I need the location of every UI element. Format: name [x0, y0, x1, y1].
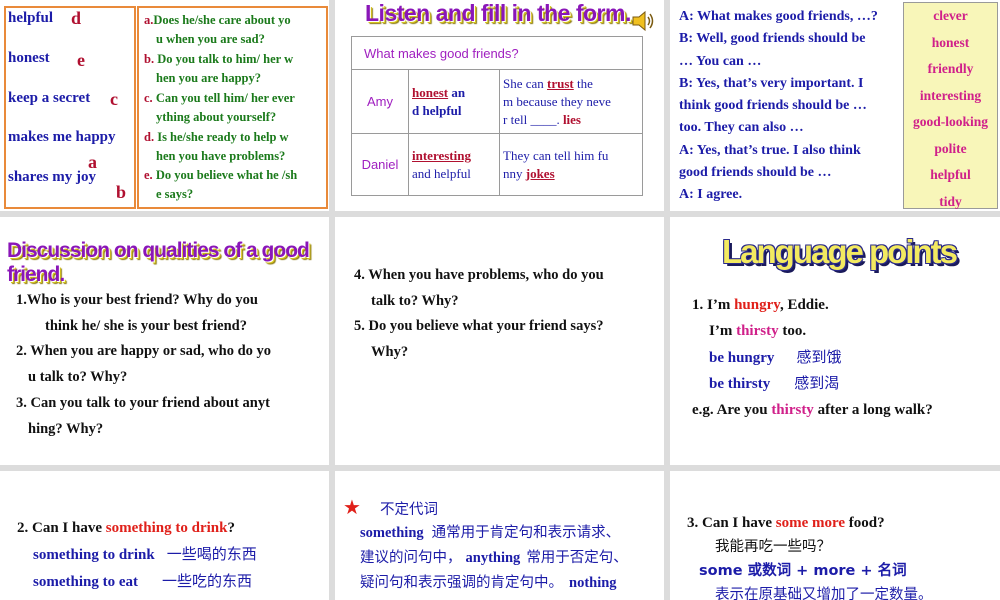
section-heading: 不定代词: [380, 502, 438, 518]
question-option: a.Does he/she care about yo u when you a…: [144, 13, 291, 46]
word-item: tidy: [939, 193, 962, 209]
word-item: helpful: [930, 167, 971, 182]
row-name: Daniel: [351, 133, 409, 196]
row-name: Amy: [351, 69, 409, 134]
slide-match-qualities: helpful d honest e keep a secret c makes…: [0, 0, 329, 211]
star-icon: ★: [343, 497, 361, 519]
quality-word: shares my joy: [8, 169, 97, 185]
answer-blank: interesting: [412, 147, 471, 163]
table-row: Daniel interesting and helpful They can …: [351, 133, 643, 196]
slide-language-points: Language points 1. I’m hungry, Eddie. I’…: [670, 217, 1000, 465]
speaker-icon[interactable]: [631, 9, 657, 38]
quality-word: makes me happy: [8, 129, 116, 145]
phrase-text: 2. Can I have something to drink? someth…: [17, 520, 257, 590]
slide-discussion-2: 4. When you have problems, who do you ta…: [335, 217, 664, 465]
answer-blank: trust: [547, 75, 574, 91]
discussion-questions: 4. When you have problems, who do you ta…: [354, 267, 604, 361]
answer-blank: jokes: [525, 165, 555, 181]
slide-title: Discussion on qualities of a good friend…: [7, 239, 310, 286]
question-option: e. Do you believe what he /sh e says?: [144, 168, 298, 201]
answer-blank: lies: [562, 111, 581, 127]
question-option: b. Do you talk to him/ her w hen you are…: [144, 52, 294, 85]
quality-cell: interesting and helpful: [408, 133, 500, 196]
word-bank: clever honest friendly interesting good-…: [903, 2, 998, 209]
slide-listen-form: Listen and fill in the form. What makes …: [335, 0, 664, 211]
quality-answer: d: [71, 8, 82, 28]
word-item: clever: [933, 8, 968, 23]
question-option: d. Is he/she ready to help w hen you hav…: [144, 130, 289, 163]
table-row: Amy honest an d helpful She can trust th…: [351, 69, 643, 134]
friends-form-table: What makes good friends? Amy honest an d…: [351, 36, 643, 196]
answer-blank: honest: [412, 84, 449, 100]
form-header: What makes good friends?: [351, 36, 643, 70]
slide-indefinite-pronouns: ★ 不定代词 something 通常用于肯定句和表示请求、 建议的问句中， any…: [335, 471, 664, 600]
quality-answer: e: [77, 50, 85, 70]
discussion-questions: 1.Who is your best friend? Why do you th…: [16, 292, 272, 437]
slide-some-more: 3. Can I have some more food? 我能再吃一些吗？ s…: [670, 471, 1000, 600]
quality-word: helpful: [8, 10, 54, 26]
quality-answer: c: [110, 89, 118, 109]
slide-something-to-drink: 2. Can I have something to drink? someth…: [0, 471, 329, 600]
question-option: c. Can you tell him/ her ever ything abo…: [144, 91, 295, 124]
word-item: polite: [934, 140, 967, 156]
word-item: interesting: [919, 87, 982, 103]
quality-word: keep a secret: [8, 90, 91, 106]
word-item: honest: [931, 34, 970, 50]
word-item: good-looking: [912, 114, 989, 129]
explanation-text: something 通常用于肯定句和表示请求、 建议的问句中， anything 常用…: [360, 525, 628, 591]
language-points-text: 1. I’m hungry, Eddie. I’m thirsty too. b…: [692, 297, 933, 419]
reason-cell: They can tell him fu nny jokes: [499, 133, 643, 196]
quality-word: honest: [8, 50, 50, 66]
phrase-text: 3. Can I have some more food? 我能再吃一些吗？ s…: [687, 515, 933, 600]
word-item: friendly: [927, 61, 974, 76]
reason-cell: She can trust the m because they neve r …: [499, 69, 643, 134]
slide-discussion: Discussion on qualities of a good friend…: [0, 217, 329, 465]
dialogue-text: A: What makes good friends, …? B: Well, …: [679, 9, 878, 203]
slide-dialogue: A: What makes good friends, …? B: Well, …: [670, 0, 1000, 211]
slide-title: Listen and fill in the form.: [365, 0, 631, 26]
quality-answer: b: [116, 182, 127, 202]
slide-title: Language points: [722, 233, 958, 270]
quality-cell: honest an d helpful: [408, 69, 500, 134]
